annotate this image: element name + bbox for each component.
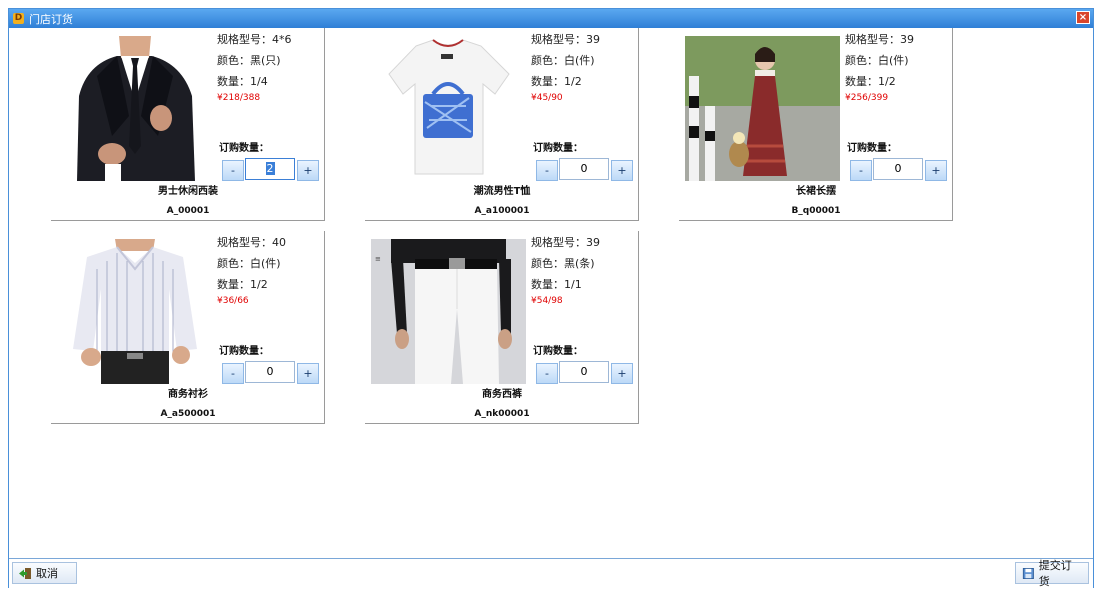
decrement-button[interactable]: -: [536, 160, 558, 181]
product-code: A_nk00001: [474, 409, 530, 419]
spec-text: 规格型号：39: [531, 33, 600, 46]
stock-qty-text: 数量：1/2: [845, 75, 896, 88]
product-card: ≡ 规格型号：39 颜色：黑(条) 数量：1/1 ¥54/98 订购数量： - …: [365, 231, 639, 424]
app-logo-icon: D: [13, 13, 24, 24]
order-qty-label: 订购数量：: [533, 143, 583, 154]
color-text: 颜色：黑(只): [217, 54, 281, 67]
order-qty-label: 订购数量：: [219, 346, 269, 357]
product-name: 商务衬衫: [168, 389, 208, 400]
decrement-button[interactable]: -: [222, 363, 244, 384]
svg-text:≡: ≡: [375, 255, 381, 263]
cancel-button[interactable]: 取消: [12, 562, 77, 584]
increment-button[interactable]: +: [611, 363, 633, 384]
submit-order-button[interactable]: 提交订货: [1015, 559, 1089, 588]
order-qty-input[interactable]: 0: [873, 158, 923, 180]
increment-button[interactable]: +: [297, 363, 319, 384]
product-code: A_00001: [166, 206, 210, 216]
product-grid: 规格型号：4*6 颜色：黑(只) 数量：1/4 ¥218/388 订购数量： -…: [9, 28, 1093, 558]
price-text: ¥256/399: [845, 93, 889, 103]
decrement-button[interactable]: -: [222, 160, 244, 181]
submit-label: 提交订货: [1038, 559, 1072, 588]
color-text: 颜色：白(件): [845, 54, 909, 67]
product-code: A_a100001: [474, 206, 530, 216]
stock-qty-text: 数量：1/1: [531, 278, 582, 291]
order-qty-label: 订购数量：: [219, 143, 269, 154]
product-name: 潮流男性T恤: [473, 186, 531, 197]
product-name: 男士休闲西装: [158, 186, 218, 197]
price-text: ¥218/388: [217, 93, 261, 103]
decrement-button[interactable]: -: [850, 160, 872, 181]
stock-qty-text: 数量：1/2: [217, 278, 268, 291]
product-name: 长裙长摆: [796, 186, 836, 197]
decrement-button[interactable]: -: [536, 363, 558, 384]
cancel-label: 取消: [36, 567, 58, 580]
order-qty-input[interactable]: 0: [245, 361, 295, 383]
increment-button[interactable]: +: [611, 160, 633, 181]
order-qty-input[interactable]: 0: [559, 361, 609, 383]
product-card: 规格型号：39 颜色：白(件) 数量：1/2 ¥256/399 订购数量： - …: [679, 28, 953, 221]
product-card: 规格型号：40 颜色：白(件) 数量：1/2 ¥36/66 订购数量： - 0 …: [51, 231, 325, 424]
tshirt-photo: [371, 36, 526, 181]
save-disk-icon: [1022, 567, 1034, 579]
suit-photo: [57, 36, 212, 181]
product-code: A_a500001: [160, 409, 216, 419]
product-card: 规格型号：39 颜色：白(件) 数量：1/2 ¥45/90 订购数量： - 0 …: [365, 28, 639, 221]
close-icon[interactable]: ×: [1076, 11, 1090, 24]
order-qty-label: 订购数量：: [847, 143, 897, 154]
order-qty-label: 订购数量：: [533, 346, 583, 357]
exit-door-icon: [19, 567, 31, 579]
footer-bar: 取消 提交订货: [9, 558, 1093, 589]
order-qty-input[interactable]: 2: [245, 158, 295, 180]
spec-text: 规格型号：39: [531, 236, 600, 249]
spec-text: 规格型号：39: [845, 33, 914, 46]
window-title: 门店订货: [29, 12, 73, 26]
increment-button[interactable]: +: [925, 160, 947, 181]
order-qty-value: 2: [265, 162, 275, 175]
price-text: ¥54/98: [531, 296, 563, 306]
price-text: ¥36/66: [217, 296, 249, 306]
order-qty-input[interactable]: 0: [559, 158, 609, 180]
stock-qty-text: 数量：1/4: [217, 75, 268, 88]
product-code: B_q00001: [791, 206, 841, 216]
store-order-window: D 门店订货 × 规格型号：4*6 颜色：黑(只) 数量：1/4 ¥218/38…: [8, 8, 1094, 589]
title-bar: D 门店订货 ×: [9, 9, 1093, 28]
product-card: 规格型号：4*6 颜色：黑(只) 数量：1/4 ¥218/388 订购数量： -…: [51, 28, 325, 221]
trousers-photo: ≡: [371, 239, 526, 384]
price-text: ¥45/90: [531, 93, 563, 103]
stock-qty-text: 数量：1/2: [531, 75, 582, 88]
color-text: 颜色：白(件): [217, 257, 281, 270]
spec-text: 规格型号：4*6: [217, 33, 292, 46]
shirt-photo: [57, 239, 212, 384]
spec-text: 规格型号：40: [217, 236, 286, 249]
increment-button[interactable]: +: [297, 160, 319, 181]
dress-photo: [685, 36, 840, 181]
product-name: 商务西裤: [482, 389, 522, 400]
color-text: 颜色：白(件): [531, 54, 595, 67]
color-text: 颜色：黑(条): [531, 257, 595, 270]
